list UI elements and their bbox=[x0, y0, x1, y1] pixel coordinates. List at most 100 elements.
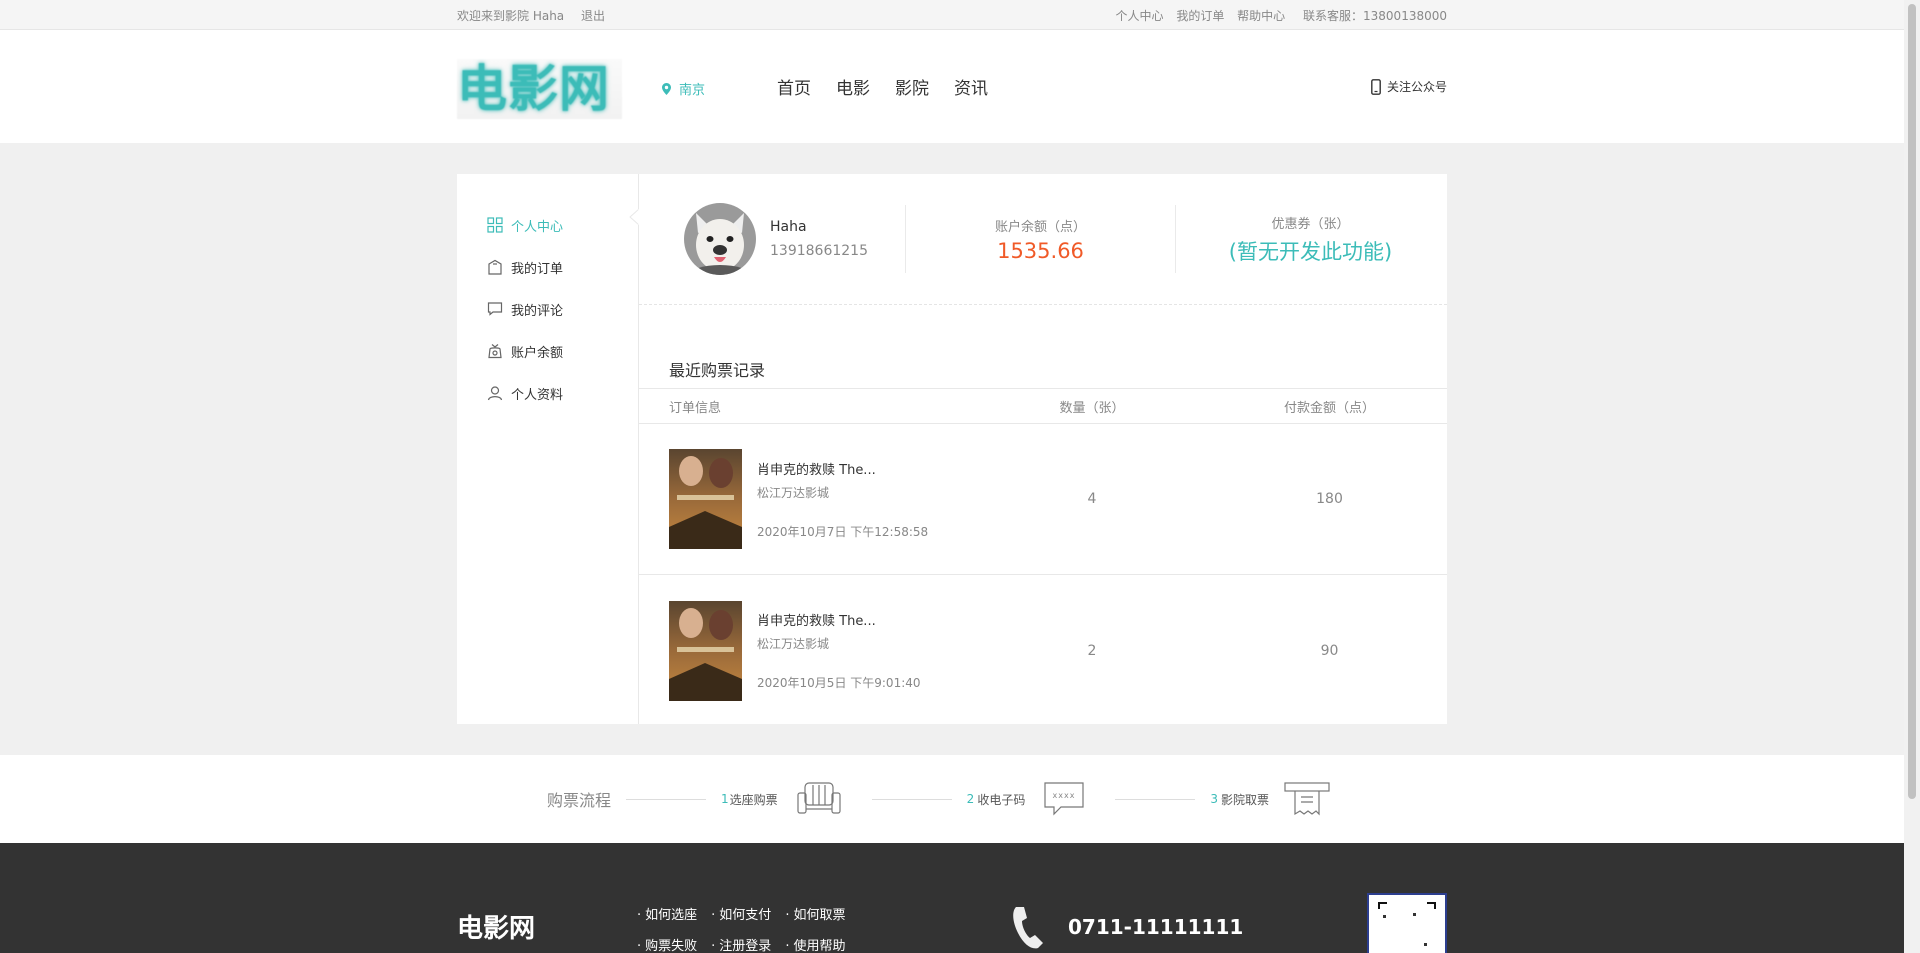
cinema-name: 松江万达影城 bbox=[757, 485, 830, 500]
dog-avatar-image bbox=[684, 203, 756, 275]
user-center-panel: 个人中心 我的订单 我的评论 账户余额 个人资料 Haha 1391866121… bbox=[457, 174, 1447, 724]
orders-table-header: 订单信息 数量（张） 付款金额（点） bbox=[639, 388, 1447, 424]
movie-name[interactable]: 肖申克的救赎 The... bbox=[757, 459, 972, 478]
movie-poster[interactable] bbox=[669, 600, 742, 701]
footer-link-ticket[interactable]: 如何取票 bbox=[785, 904, 845, 923]
flow-divider bbox=[1115, 798, 1196, 800]
main-area: 个人中心 我的订单 我的评论 账户余额 个人资料 Haha 1391866121… bbox=[0, 143, 1904, 755]
sidebar-item-comments[interactable]: 我的评论 bbox=[457, 288, 638, 330]
purchase-flow: 购票流程 1 选座购票 2 收电子码 xxxx 3 影院取票 bbox=[0, 755, 1904, 843]
sidebar-item-center[interactable]: 个人中心 bbox=[457, 204, 638, 246]
sidebar-item-label: 我的订单 bbox=[511, 261, 564, 277]
order-time: 2020年10月5日 下午9:01:40 bbox=[757, 676, 921, 690]
footer-link-fail[interactable]: 购票失败 bbox=[637, 935, 697, 953]
user-phone: 13918661215 bbox=[770, 243, 868, 259]
nav-news[interactable]: 资讯 bbox=[954, 74, 988, 99]
sidebar-item-balance[interactable]: 账户余额 bbox=[457, 330, 638, 372]
vertical-scrollbar[interactable] bbox=[1904, 0, 1920, 953]
nav-cinemas[interactable]: 影院 bbox=[895, 74, 929, 99]
seat-icon bbox=[797, 782, 841, 814]
footer-link-pay[interactable]: 如何支付 bbox=[711, 904, 771, 923]
order-amount: 180 bbox=[1316, 491, 1343, 507]
user-name: Haha bbox=[770, 219, 807, 235]
page-viewport: 欢迎来到影院 Haha 退出 个人中心 我的订单 帮助中心 联系客服：13800… bbox=[0, 0, 1904, 953]
bag-icon bbox=[488, 259, 502, 275]
grid-icon bbox=[487, 217, 503, 233]
follow-label: 关注公众号 bbox=[1386, 80, 1447, 94]
sidebar-item-label: 账户余额 bbox=[511, 345, 564, 361]
main-nav: 首页 电影 影院 资讯 bbox=[777, 74, 1013, 99]
top-link-orders[interactable]: 我的订单 bbox=[1176, 9, 1224, 23]
order-quantity: 4 bbox=[1087, 491, 1097, 507]
sidebar: 个人中心 我的订单 我的评论 账户余额 个人资料 bbox=[457, 174, 639, 724]
user-icon bbox=[487, 386, 503, 401]
avatar[interactable] bbox=[684, 203, 756, 275]
coupon-stat: 优惠券（张） (暂无开发此功能) bbox=[1176, 213, 1445, 266]
step-number: 3 bbox=[1210, 792, 1218, 806]
order-time: 2020年10月7日 下午12:58:58 bbox=[757, 524, 929, 539]
site-footer: 电影网 如何选座如何支付如何取票购票失败注册登录使用帮助 0711-111111… bbox=[0, 843, 1904, 953]
city-name: 南京 bbox=[679, 83, 706, 98]
wechat-qr-code bbox=[1367, 893, 1447, 953]
table-row[interactable]: 肖申克的救赎 The... 松江万达影城 2020年10月7日 下午12:58:… bbox=[639, 424, 1447, 575]
footer-link-register[interactable]: 注册登录 bbox=[711, 935, 771, 953]
flow-step-3: 3 影院取票 bbox=[1210, 781, 1331, 817]
nav-home[interactable]: 首页 bbox=[777, 74, 811, 99]
logout-link[interactable]: 退出 bbox=[581, 9, 605, 23]
code-placeholder: xxxx bbox=[1053, 791, 1076, 800]
footer-links: 如何选座如何支付如何取票购票失败注册登录使用帮助 bbox=[637, 904, 887, 953]
sidebar-item-orders[interactable]: 我的订单 bbox=[457, 246, 638, 288]
wallet-icon bbox=[488, 344, 502, 359]
balance-label: 账户余额（点） bbox=[994, 219, 1086, 235]
content-area: Haha 13918661215 账户余额（点） 1535.66 优惠券（张） … bbox=[639, 174, 1447, 724]
flow-divider bbox=[626, 798, 707, 800]
flow-divider bbox=[871, 798, 952, 800]
nav-movies[interactable]: 电影 bbox=[836, 74, 870, 99]
balance-value: 1535.66 bbox=[997, 238, 1084, 263]
message-code-icon: xxxx bbox=[1044, 782, 1084, 816]
order-quantity: 2 bbox=[1087, 642, 1097, 659]
col-order-info: 订单信息 bbox=[669, 400, 722, 416]
table-row[interactable]: 肖申克的救赎 The... 松江万达影城 2020年10月5日 下午9:01:4… bbox=[639, 575, 1447, 726]
site-header: 电影网 南京 首页 电影 影院 资讯 关注公众号 bbox=[0, 30, 1904, 143]
cinema-name: 松江万达影城 bbox=[757, 637, 830, 651]
col-amount: 付款金额（点） bbox=[1283, 400, 1375, 416]
profile-summary: Haha 13918661215 账户余额（点） 1535.66 优惠券（张） … bbox=[639, 174, 1447, 305]
qr-code-image bbox=[1378, 902, 1436, 946]
city-selector[interactable]: 南京 bbox=[662, 79, 705, 98]
top-bar: 欢迎来到影院 Haha 退出 个人中心 我的订单 帮助中心 联系客服：13800… bbox=[0, 0, 1904, 30]
active-indicator bbox=[629, 209, 639, 225]
footer-logo: 电影网 bbox=[457, 914, 536, 944]
sidebar-item-label: 个人中心 bbox=[511, 219, 564, 235]
site-logo[interactable]: 电影网 bbox=[457, 58, 622, 119]
location-pin-icon bbox=[662, 82, 671, 95]
flow-step-2: 2 收电子码 xxxx bbox=[967, 781, 1086, 817]
coupon-value: (暂无开发此功能) bbox=[1228, 239, 1393, 264]
top-link-help[interactable]: 帮助中心 bbox=[1237, 9, 1285, 23]
step-label: 选座购票 bbox=[729, 792, 778, 807]
step-label: 影院取票 bbox=[1220, 792, 1269, 807]
step-label: 收电子码 bbox=[977, 792, 1026, 807]
col-quantity: 数量（张） bbox=[1059, 400, 1125, 416]
welcome-text: 欢迎来到影院 Haha bbox=[457, 8, 565, 23]
follow-wechat[interactable]: 关注公众号 bbox=[1371, 78, 1447, 95]
movie-name[interactable]: 肖申克的救赎 The... bbox=[757, 610, 972, 629]
step-number: 2 bbox=[966, 792, 975, 806]
coupon-label: 优惠券（张） bbox=[1271, 216, 1350, 232]
footer-link-help[interactable]: 使用帮助 bbox=[785, 935, 845, 953]
step-number: 1 bbox=[721, 792, 729, 806]
contact-text: 联系客服：13800138000 bbox=[1303, 8, 1447, 23]
order-amount: 90 bbox=[1320, 642, 1339, 659]
sidebar-item-profile[interactable]: 个人资料 bbox=[457, 372, 638, 414]
recent-orders-title: 最近购票记录 bbox=[669, 361, 766, 380]
sidebar-item-label: 个人资料 bbox=[511, 387, 564, 403]
movie-poster[interactable] bbox=[669, 449, 742, 549]
sidebar-item-label: 我的评论 bbox=[511, 303, 564, 319]
top-link-profile[interactable]: 个人中心 bbox=[1115, 9, 1163, 23]
scrollbar-thumb[interactable] bbox=[1908, 4, 1916, 799]
ticket-machine-icon bbox=[1284, 782, 1330, 816]
footer-phone-number: 0711-11111111 bbox=[1068, 915, 1244, 939]
phone-icon bbox=[1371, 78, 1381, 95]
footer-link-seat[interactable]: 如何选座 bbox=[637, 904, 697, 923]
flow-step-1: 1 选座购票 bbox=[721, 781, 842, 817]
